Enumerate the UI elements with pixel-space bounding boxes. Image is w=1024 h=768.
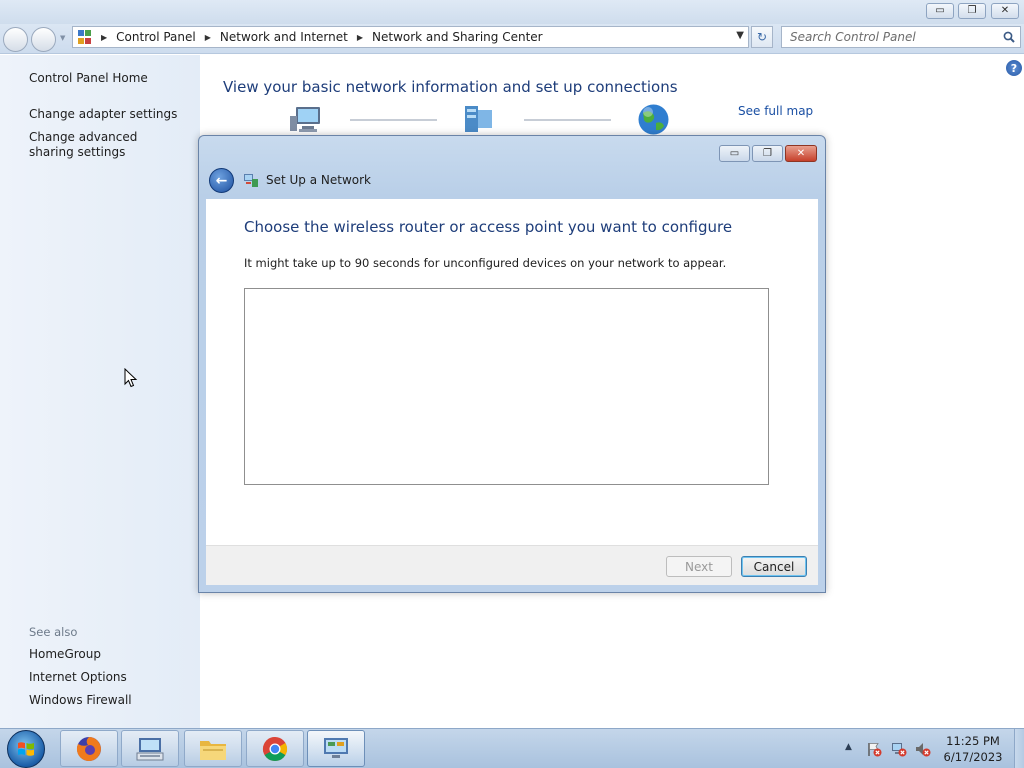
chrome-icon — [262, 736, 288, 761]
search-box[interactable] — [781, 26, 1021, 48]
search-input[interactable] — [790, 30, 1000, 44]
dialog-caption-buttons: ▭ ❐ ✕ — [719, 145, 817, 162]
control-panel-icon — [78, 30, 92, 44]
connection-line — [524, 119, 611, 121]
firefox-icon — [76, 736, 101, 761]
chevron-right-icon[interactable]: ▶ — [205, 33, 211, 42]
close-icon: ✕ — [796, 148, 806, 159]
minimize-icon: ▭ — [729, 148, 740, 159]
taskbar-file-explorer[interactable] — [184, 730, 242, 767]
windows-firewall-link[interactable]: Windows Firewall — [29, 693, 194, 708]
device-list[interactable] — [244, 288, 769, 485]
recent-pages-dropdown-icon[interactable]: ▼ — [60, 34, 65, 42]
refresh-button[interactable]: ↻ — [751, 26, 773, 48]
change-adapter-settings-link[interactable]: Change adapter settings — [29, 107, 194, 122]
control-panel-home-link[interactable]: Control Panel Home — [29, 71, 194, 86]
refresh-icon: ↻ — [756, 30, 768, 44]
dialog-back-button[interactable]: ← — [209, 168, 234, 193]
dialog-footer: Next Cancel — [206, 545, 818, 585]
show-hidden-icons-button[interactable]: ▲ — [845, 742, 852, 752]
volume-muted-icon[interactable] — [915, 741, 931, 757]
chevron-right-icon[interactable]: ▶ — [357, 33, 363, 42]
action-center-flag-icon[interactable] — [866, 741, 882, 757]
left-task-pane: Control Panel Home Change adapter settin… — [0, 55, 200, 728]
taskbar-network-and-sharing-center[interactable] — [307, 730, 365, 767]
change-advanced-sharing-settings-link[interactable]: Change advanced sharing settings — [29, 130, 179, 160]
show-desktop-button[interactable] — [1014, 729, 1024, 768]
address-bar[interactable]: ▶ Control Panel ▶ Network and Internet ▶… — [72, 26, 749, 48]
back-button[interactable] — [3, 27, 28, 52]
close-button[interactable]: ✕ — [991, 3, 1019, 19]
clock-time: 11:25 PM — [946, 734, 1000, 748]
dialog-title: Set Up a Network — [266, 173, 372, 187]
minimize-icon: ▭ — [935, 5, 945, 16]
chevron-right-icon[interactable]: ▶ — [101, 33, 107, 42]
taskbar-firefox[interactable] — [60, 730, 118, 767]
network-setup-icon — [244, 174, 258, 187]
restore-icon: ❐ — [967, 5, 977, 16]
back-arrow-icon: ← — [215, 172, 228, 189]
minimize-button[interactable]: ▭ — [926, 3, 954, 19]
dialog-instructions: It might take up to 90 seconds for uncon… — [244, 256, 727, 270]
set-up-network-dialog: ▭ ❐ ✕ ← Set Up a Network Choose the wire… — [198, 135, 826, 593]
see-also-heading: See also — [29, 625, 78, 639]
page-title: View your basic network information and … — [223, 78, 678, 96]
dialog-close-button[interactable]: ✕ — [785, 145, 817, 162]
dialog-heading: Choose the wireless router or access poi… — [244, 218, 733, 236]
breadcrumb-network-and-sharing-center[interactable]: Network and Sharing Center — [372, 30, 543, 44]
help-icon[interactable]: ? — [1006, 60, 1022, 76]
taskbar: ▲ 11:25 PM 6/17/2023 — [0, 728, 1024, 768]
system-clock[interactable]: 11:25 PM 6/17/2023 — [940, 733, 1006, 765]
internet-options-link[interactable]: Internet Options — [29, 670, 194, 685]
search-icon[interactable] — [1003, 31, 1015, 43]
cancel-button[interactable]: Cancel — [741, 556, 807, 577]
network-icon — [465, 106, 492, 132]
dialog-maximize-button[interactable]: ❐ — [752, 145, 783, 162]
address-dropdown-icon[interactable]: ▼ — [736, 30, 744, 41]
address-row: ▼ ▶ Control Panel ▶ Network and Internet… — [0, 24, 1024, 54]
start-button[interactable] — [7, 730, 45, 768]
keyboard-icon — [136, 737, 164, 760]
clock-date: 6/17/2023 — [943, 750, 1003, 764]
network-control-panel-icon — [324, 737, 348, 758]
maximize-icon: ❐ — [763, 148, 772, 159]
breadcrumb-control-panel[interactable]: Control Panel — [116, 30, 196, 44]
next-button[interactable]: Next — [666, 556, 732, 577]
network-status-icon[interactable] — [891, 741, 907, 757]
breadcrumb-network-and-internet[interactable]: Network and Internet — [220, 30, 348, 44]
dialog-minimize-button[interactable]: ▭ — [719, 145, 750, 162]
connection-line — [350, 119, 437, 121]
close-icon: ✕ — [1000, 5, 1010, 16]
homegroup-link[interactable]: HomeGroup — [29, 647, 194, 662]
folder-icon — [200, 740, 226, 760]
see-full-map-link[interactable]: See full map — [738, 104, 813, 118]
taskbar-chrome[interactable] — [246, 730, 304, 767]
window-titlebar: ▭ ❐ ✕ — [0, 0, 1024, 24]
windows-logo-icon — [18, 742, 34, 756]
forward-button[interactable] — [31, 27, 56, 52]
internet-globe-icon — [638, 104, 669, 135]
taskbar-on-screen-keyboard[interactable] — [121, 730, 179, 767]
mouse-cursor-icon — [124, 368, 138, 388]
dialog-body: Choose the wireless router or access poi… — [206, 199, 818, 585]
maximize-button[interactable]: ❐ — [958, 3, 986, 19]
computer-icon — [290, 107, 320, 132]
